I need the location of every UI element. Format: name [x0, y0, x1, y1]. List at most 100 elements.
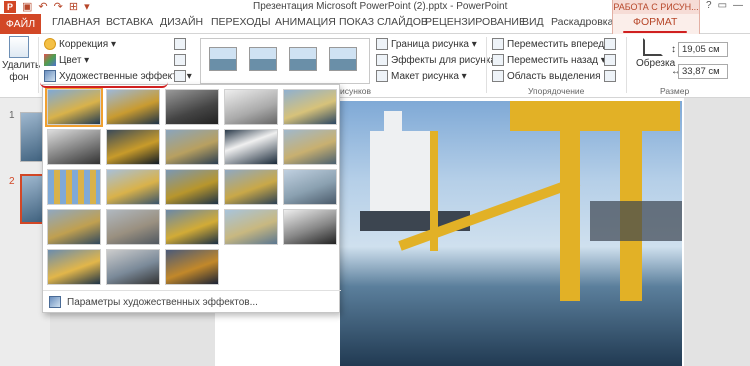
artistic-effect-thumb[interactable] — [47, 249, 101, 285]
artistic-effect-thumb[interactable] — [165, 89, 219, 125]
sun-icon — [44, 38, 56, 50]
slide-number: 1 — [9, 110, 15, 121]
height-icon: ↕ — [671, 44, 676, 55]
tab-slideshow[interactable]: ПОКАЗ СЛАЙДОВ — [339, 16, 428, 28]
crop-button[interactable]: Обрезка — [636, 38, 676, 69]
artistic-effect-thumb[interactable] — [224, 129, 278, 165]
divider — [486, 37, 487, 93]
color-button[interactable]: Цвет ▾ — [44, 54, 89, 66]
artistic-effect-thumb[interactable] — [106, 249, 160, 285]
height-field[interactable]: 19,05 см — [678, 42, 728, 57]
quick-access-toolbar: P ▣ ↶ ↷ ⊞ ▾ — [4, 1, 90, 13]
tab-review[interactable]: РЕЦЕНЗИРОВАНИЕ — [425, 16, 526, 28]
artistic-effect-thumb[interactable] — [165, 249, 219, 285]
reset-picture-icon[interactable] — [174, 70, 186, 82]
slideshow-icon[interactable]: ⊞ — [69, 1, 78, 13]
border-icon — [376, 38, 388, 50]
artistic-effect-thumb[interactable] — [283, 129, 337, 165]
artistic-effect-thumb[interactable] — [165, 209, 219, 245]
send-backward-button[interactable]: Переместить назад ▾ — [492, 54, 606, 66]
width-field[interactable]: 33,87 см — [678, 64, 728, 79]
group-icon[interactable] — [604, 54, 616, 66]
selection-pane-button[interactable]: Область выделения — [492, 70, 601, 82]
picture-style-thumb[interactable] — [249, 47, 277, 71]
platform-tower — [384, 111, 402, 135]
artistic-effect-thumb[interactable] — [224, 169, 278, 205]
redo-icon[interactable]: ↷ — [54, 1, 63, 13]
tab-format[interactable]: ФОРМАТ — [633, 16, 677, 28]
ribbon-display-icon[interactable]: ▭ — [718, 0, 727, 11]
artistic-effect-thumb[interactable] — [47, 169, 101, 205]
tab-storyboard[interactable]: Раскадровка — [551, 16, 613, 28]
slide-picture[interactable] — [340, 101, 682, 366]
artistic-effects-options[interactable]: Параметры художественных эффектов... — [43, 290, 341, 313]
rotate-icon[interactable] — [604, 70, 616, 82]
layout-icon — [376, 70, 388, 82]
align-icon[interactable] — [604, 38, 616, 50]
options-label: Параметры художественных эффектов... — [67, 296, 258, 308]
artistic-effect-thumb[interactable] — [106, 209, 160, 245]
picture-style-thumb[interactable] — [289, 47, 317, 71]
help-icon[interactable]: ? — [706, 0, 712, 11]
change-picture-icon[interactable] — [174, 54, 186, 66]
artistic-effect-thumb[interactable] — [165, 129, 219, 165]
picture-style-thumb[interactable] — [329, 47, 357, 71]
compress-pictures-icon[interactable] — [174, 38, 186, 50]
ribbon-tabs: ФАЙЛ ГЛАВНАЯ ВСТАВКА ДИЗАЙН ПЕРЕХОДЫ АНИ… — [0, 14, 750, 34]
artistic-effect-thumb[interactable] — [224, 89, 278, 125]
title-bar: P ▣ ↶ ↷ ⊞ ▾ Презентация Microsoft PowerP… — [0, 0, 750, 14]
bring-forward-icon — [492, 38, 504, 50]
picture-border-button[interactable]: Граница рисунка ▾ — [376, 38, 477, 50]
tab-transitions[interactable]: ПЕРЕХОДЫ — [211, 16, 271, 28]
artistic-effects-gallery: Параметры художественных эффектов... — [42, 84, 341, 313]
remove-background-icon — [9, 36, 29, 58]
remove-background-label-2: фон — [9, 72, 29, 83]
picture-effects-button[interactable]: Эффекты для рисунка ▾ — [376, 54, 504, 66]
customize-qat-icon[interactable]: ▾ — [84, 1, 90, 13]
effects-icon — [376, 54, 388, 66]
artistic-effect-thumb[interactable] — [45, 87, 103, 127]
platform-building — [370, 131, 430, 221]
picture-style-thumb[interactable] — [209, 47, 237, 71]
artistic-effects-icon — [44, 70, 56, 82]
correction-button[interactable]: Коррекция ▾ — [44, 38, 116, 50]
crop-icon — [643, 38, 663, 56]
tab-insert[interactable]: ВСТАВКА — [106, 16, 153, 28]
divider — [626, 37, 627, 93]
artistic-effect-thumb[interactable] — [165, 169, 219, 205]
styles-group-label: исунков — [340, 86, 371, 96]
underside-structure — [590, 201, 682, 241]
tab-animation[interactable]: АНИМАЦИЯ — [275, 16, 336, 28]
artistic-effect-thumb[interactable] — [47, 129, 101, 165]
remove-background-button[interactable]: Удалить фон — [2, 36, 40, 84]
bring-forward-button[interactable]: Переместить вперед ▾ — [492, 38, 612, 50]
artistic-effects-icon — [49, 296, 61, 308]
tab-home[interactable]: ГЛАВНАЯ — [52, 16, 100, 28]
artistic-effects-button[interactable]: Художественные эффекты ▾ — [44, 70, 192, 82]
annotation-underline — [623, 31, 687, 33]
artistic-effect-thumb[interactable] — [283, 89, 337, 125]
tab-view[interactable]: ВИД — [522, 16, 544, 28]
artistic-effect-thumb[interactable] — [283, 209, 337, 245]
picture-layout-button[interactable]: Макет рисунка ▾ — [376, 70, 467, 82]
picture-styles-gallery — [200, 38, 370, 84]
color-palette-icon — [44, 54, 56, 66]
send-backward-icon — [492, 54, 504, 66]
window-title: Презентация Microsoft PowerPoint (2).ppt… — [253, 1, 508, 12]
minimize-icon[interactable]: — — [733, 0, 743, 11]
artistic-effect-thumb[interactable] — [283, 169, 337, 205]
artistic-effect-thumb[interactable] — [106, 89, 160, 125]
selection-pane-icon — [492, 70, 504, 82]
artistic-effect-thumb[interactable] — [106, 169, 160, 205]
tab-file[interactable]: ФАЙЛ — [0, 14, 41, 34]
size-group-label: Размер — [660, 86, 690, 96]
crop-label: Обрезка — [636, 58, 676, 69]
divider — [38, 37, 39, 93]
undo-icon[interactable]: ↶ — [38, 1, 47, 13]
artistic-effect-thumb[interactable] — [106, 129, 160, 165]
window-controls: ? ▭ — — [706, 0, 743, 11]
save-icon[interactable]: ▣ — [22, 1, 32, 13]
artistic-effect-thumb[interactable] — [47, 209, 101, 245]
artistic-effect-thumb[interactable] — [224, 209, 278, 245]
tab-design[interactable]: ДИЗАЙН — [160, 16, 203, 28]
